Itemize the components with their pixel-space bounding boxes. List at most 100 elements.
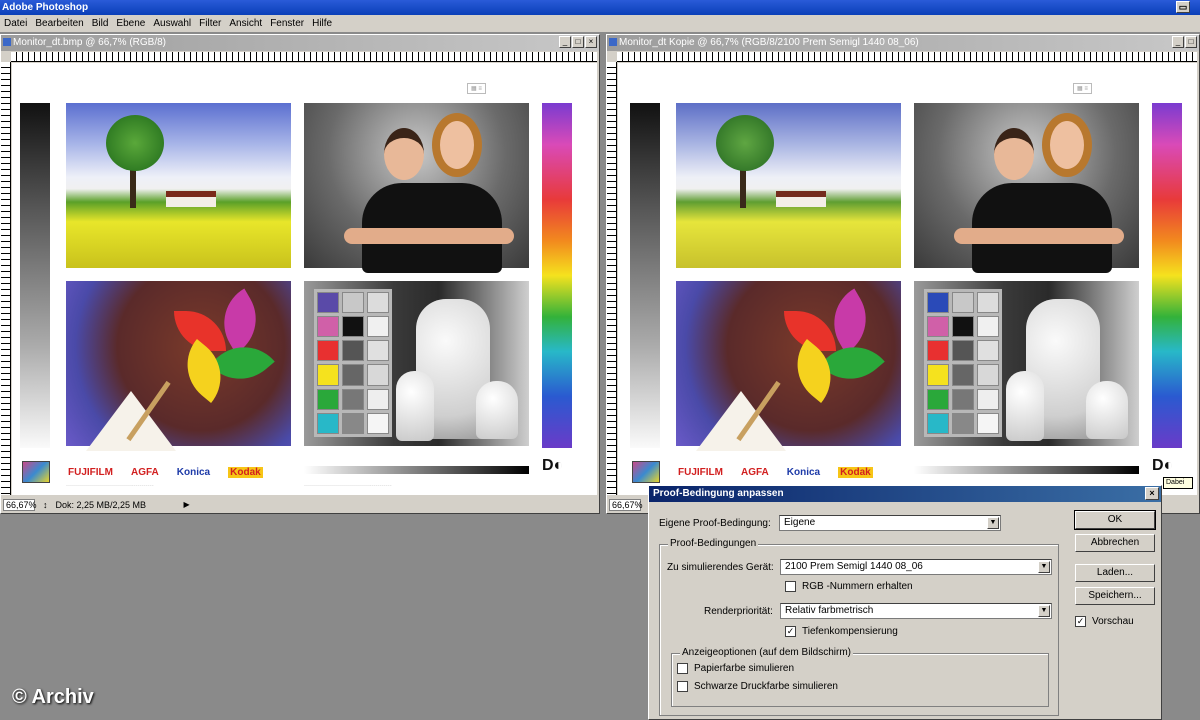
device-value: 2100 Prem Semigl 1440 08_06	[785, 561, 923, 572]
ruler-horizontal	[617, 52, 1197, 62]
chevron-down-icon[interactable]: ▼	[1038, 605, 1050, 617]
document-size: Dok: 2,25 MB/2,25 MB	[55, 499, 147, 510]
close-icon[interactable]: ×	[585, 36, 597, 48]
app-title-bar: Adobe Photoshop ▭	[0, 0, 1200, 15]
proof-conditions-legend: Proof-Bedingungen	[668, 538, 759, 549]
custom-proof-row: Eigene Proof-Bedingung: Eigene ▼	[659, 515, 1001, 531]
portrait-photo	[914, 103, 1139, 273]
grayscale-wedge	[20, 103, 50, 448]
ruler-vertical	[1, 62, 11, 495]
minimize-icon[interactable]: _	[559, 36, 571, 48]
rgb-label: RGB -Nummern erhalten	[802, 581, 913, 592]
copyright-watermark: © Archiv	[12, 686, 94, 708]
rgb-checkbox-row[interactable]: RGB -Nummern erhalten	[785, 581, 913, 592]
preview-checkbox-row[interactable]: ✓ Vorschau	[1075, 616, 1134, 627]
proof-setup-dialog: Proof-Bedingung anpassen × Eigene Proof-…	[648, 485, 1162, 720]
bpc-checkbox[interactable]: ✓	[785, 626, 796, 637]
agfa-logo: AGFA	[741, 466, 769, 478]
tooltip: Dabei	[1163, 477, 1193, 489]
display-options-group: Anzeigeoptionen (auf dem Bildschirm)	[671, 647, 1049, 707]
intent-label: Renderpriorität:	[704, 605, 773, 617]
image-canvas[interactable]: ▦ ≡ FU	[12, 63, 597, 495]
portrait-photo	[304, 103, 529, 273]
document-title-bar[interactable]: Monitor_dt Kopie @ 66,7% (RGB/8/2100 Pre…	[607, 35, 1199, 51]
chevron-down-icon[interactable]: ▼	[1038, 561, 1050, 573]
document-window-proof[interactable]: Monitor_dt Kopie @ 66,7% (RGB/8/2100 Pre…	[606, 34, 1200, 514]
app-title: Adobe Photoshop	[2, 2, 89, 13]
status-icon[interactable]: ↕	[43, 500, 48, 510]
menu-ansicht[interactable]: Ansicht	[229, 18, 262, 29]
display-options-legend: Anzeigeoptionen (auf dem Bildschirm)	[680, 647, 853, 658]
ink-checkbox-row[interactable]: Schwarze Druckfarbe simulieren	[677, 681, 838, 692]
maximize-icon[interactable]: □	[1185, 36, 1197, 48]
corner-logo: ▦ ≡	[467, 83, 486, 94]
cancel-button[interactable]: Abbrechen	[1075, 534, 1155, 552]
save-button[interactable]: Speichern...	[1075, 587, 1155, 605]
kodak-logo: Kodak	[228, 466, 263, 478]
dq-logo: D◐	[542, 457, 564, 474]
ok-button[interactable]: OK	[1074, 510, 1156, 530]
intent-row: Renderpriorität: Relativ farbmetrisch ▼	[704, 603, 1052, 619]
image-canvas[interactable]: ▦ ≡ FU	[618, 63, 1197, 495]
preview-checkbox[interactable]: ✓	[1075, 616, 1086, 627]
menu-ebene[interactable]: Ebene	[116, 18, 145, 29]
brand-logo-row: FUJIFILM AGFA Konica Kodak	[22, 461, 263, 483]
document-title: Monitor_dt Kopie @ 66,7% (RGB/8/2100 Pre…	[619, 37, 919, 48]
paper-label: Papierfarbe simulieren	[694, 663, 795, 674]
dialog-title-bar[interactable]: Proof-Bedingung anpassen ×	[649, 486, 1161, 502]
status-bar: 66,67% ↕ Dok: 2,25 MB/2,25 MB ▶	[1, 496, 599, 513]
chevron-down-icon[interactable]: ▼	[987, 517, 999, 529]
document-icon	[609, 38, 617, 46]
menu-filter[interactable]: Filter	[199, 18, 221, 29]
zoom-field[interactable]: 66,67%	[609, 498, 643, 511]
document-icon	[3, 38, 11, 46]
color-spectrum-wedge	[542, 103, 572, 448]
device-select[interactable]: 2100 Prem Semigl 1440 08_06 ▼	[780, 559, 1052, 575]
document-title-bar[interactable]: Monitor_dt.bmp @ 66,7% (RGB/8) _ □ ×	[1, 35, 599, 51]
brand-logo-row: FUJIFILM AGFA Konica Kodak	[632, 461, 873, 483]
custom-proof-label: Eigene Proof-Bedingung:	[659, 517, 771, 529]
load-button[interactable]: Laden...	[1075, 564, 1155, 582]
menu-hilfe[interactable]: Hilfe	[312, 18, 332, 29]
minimize-icon[interactable]: _	[1172, 36, 1184, 48]
custom-proof-value: Eigene	[784, 517, 816, 528]
menu-auswahl[interactable]: Auswahl	[153, 18, 191, 29]
grayscale-wedge	[630, 103, 660, 448]
ink-label: Schwarze Druckfarbe simulieren	[694, 681, 838, 692]
paper-checkbox-row[interactable]: Papierfarbe simulieren	[677, 663, 794, 674]
paper-checkbox[interactable]	[677, 663, 688, 674]
restore-icon[interactable]: ▭	[1176, 1, 1190, 13]
menu-bearbeiten[interactable]: Bearbeiten	[35, 18, 83, 29]
menu-fenster[interactable]: Fenster	[270, 18, 304, 29]
intent-select[interactable]: Relativ farbmetrisch ▼	[780, 603, 1052, 619]
device-row: Zu simulierendes Gerät: 2100 Prem Semigl…	[667, 559, 1052, 575]
dq-logo: D◐	[1152, 457, 1174, 474]
rgb-checkbox[interactable]	[785, 581, 796, 592]
maximize-icon[interactable]: □	[572, 36, 584, 48]
thumbnail-icon	[22, 461, 50, 483]
fine-print: ········································…	[304, 483, 392, 489]
fujifilm-logo: FUJIFILM	[68, 466, 113, 478]
agfa-logo: AGFA	[131, 466, 159, 478]
ink-checkbox[interactable]	[677, 681, 688, 692]
status-menu-arrow-icon[interactable]: ▶	[184, 500, 190, 509]
stilllife-photo	[304, 281, 529, 446]
document-window-original[interactable]: Monitor_dt.bmp @ 66,7% (RGB/8) _ □ × ▦ ≡	[0, 34, 600, 514]
bpc-label: Tiefenkompensierung	[802, 626, 898, 637]
menu-bild[interactable]: Bild	[92, 18, 109, 29]
intent-value: Relativ farbmetrisch	[785, 605, 874, 616]
device-label: Zu simulierendes Gerät:	[667, 561, 774, 573]
konica-logo: Konica	[176, 466, 211, 478]
ruler-vertical	[607, 62, 617, 495]
fine-print: ········································…	[66, 483, 154, 489]
preview-label: Vorschau	[1092, 616, 1134, 627]
thumbnail-icon	[632, 461, 660, 483]
menu-bar: Datei Bearbeiten Bild Ebene Auswahl Filt…	[0, 15, 1200, 32]
close-icon[interactable]: ×	[1145, 487, 1159, 500]
menu-datei[interactable]: Datei	[4, 18, 27, 29]
bpc-checkbox-row[interactable]: ✓ Tiefenkompensierung	[785, 626, 898, 637]
zoom-field[interactable]: 66,67%	[3, 498, 37, 511]
color-spectrum-wedge	[1152, 103, 1182, 448]
pinwheel-photo	[66, 281, 291, 451]
custom-proof-select[interactable]: Eigene ▼	[779, 515, 1001, 531]
